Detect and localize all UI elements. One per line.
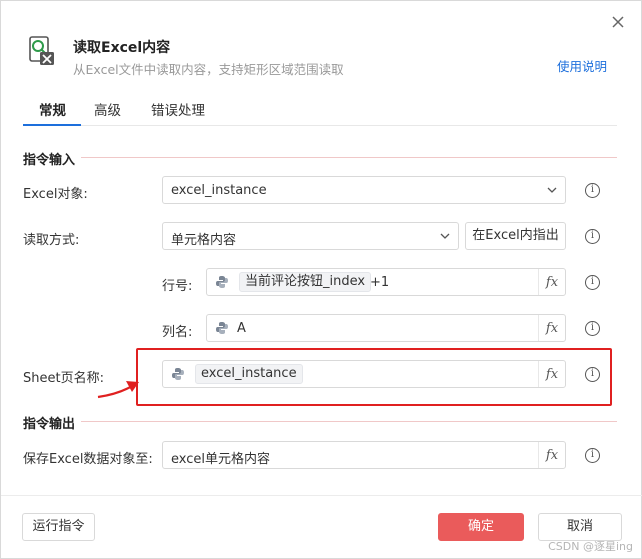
tab-advanced[interactable]: 高级 — [94, 99, 121, 119]
close-icon[interactable] — [609, 13, 627, 31]
output-section-title: 指令输出 — [23, 417, 76, 432]
dialog-title: 读取Excel内容 — [73, 40, 171, 56]
tab-error-handling[interactable]: 错误处理 — [151, 99, 205, 119]
info-icon[interactable]: i — [585, 183, 600, 198]
red-arrow-icon — [97, 381, 139, 399]
row-label: 行号: — [162, 279, 193, 294]
save-to-label: 保存Excel数据对象至: — [23, 452, 153, 467]
read-mode-label: 读取方式: — [23, 233, 80, 248]
fx-button[interactable]: fx — [538, 315, 565, 341]
tab-general[interactable]: 常规 — [39, 99, 66, 119]
ok-button[interactable]: 确定 — [438, 513, 524, 541]
read-mode-select[interactable]: 单元格内容 — [162, 222, 459, 250]
section-divider — [81, 157, 617, 158]
excel-object-value: excel_instance — [171, 183, 267, 198]
column-expression-field[interactable]: A fx — [206, 314, 566, 342]
info-icon[interactable]: i — [585, 229, 600, 244]
tab-bar: 常规 高级 错误处理 — [23, 97, 617, 126]
footer-divider — [1, 495, 642, 496]
run-command-button[interactable]: 运行指令 — [22, 513, 95, 541]
dialog: 读取Excel内容 从Excel文件中读取内容，支持矩形区域范围读取 使用说明 … — [0, 0, 642, 559]
read-mode-value: 单元格内容 — [171, 233, 237, 248]
python-icon — [216, 322, 228, 334]
info-icon[interactable]: i — [585, 321, 600, 336]
section-divider — [81, 421, 617, 422]
column-label: 列名: — [162, 325, 193, 340]
highlight-box — [136, 348, 612, 406]
dialog-subtitle: 从Excel文件中读取内容，支持矩形区域范围读取 — [73, 62, 344, 77]
python-icon — [216, 276, 228, 288]
info-icon[interactable]: i — [585, 448, 600, 463]
cancel-button[interactable]: 取消 — [538, 513, 622, 541]
info-icon[interactable]: i — [585, 275, 600, 290]
save-to-field[interactable]: excel单元格内容 fx — [162, 441, 566, 469]
sheet-name-label: Sheet页名称: — [23, 371, 104, 386]
pick-in-excel-button[interactable]: 在Excel内指出 — [465, 222, 566, 250]
excel-object-select[interactable]: excel_instance — [162, 176, 566, 204]
row-expression-field[interactable]: 当前评论按钮_index +1 fx — [206, 268, 566, 296]
excel-object-label: Excel对象: — [23, 187, 88, 202]
excel-read-icon — [29, 36, 54, 65]
fx-button[interactable]: fx — [538, 269, 565, 295]
chevron-down-icon — [440, 233, 450, 239]
save-to-value: excel单元格内容 — [171, 452, 270, 467]
watermark: CSDN @逐星ing — [548, 540, 633, 553]
input-section-title: 指令输入 — [23, 153, 76, 168]
fx-button[interactable]: fx — [538, 442, 565, 468]
variable-chip[interactable]: 当前评论按钮_index — [239, 272, 372, 292]
help-link[interactable]: 使用说明 — [557, 56, 607, 75]
expression-suffix: +1 — [370, 275, 390, 290]
active-tab-indicator — [23, 124, 81, 126]
chevron-down-icon — [547, 187, 557, 193]
column-value: A — [237, 321, 246, 336]
